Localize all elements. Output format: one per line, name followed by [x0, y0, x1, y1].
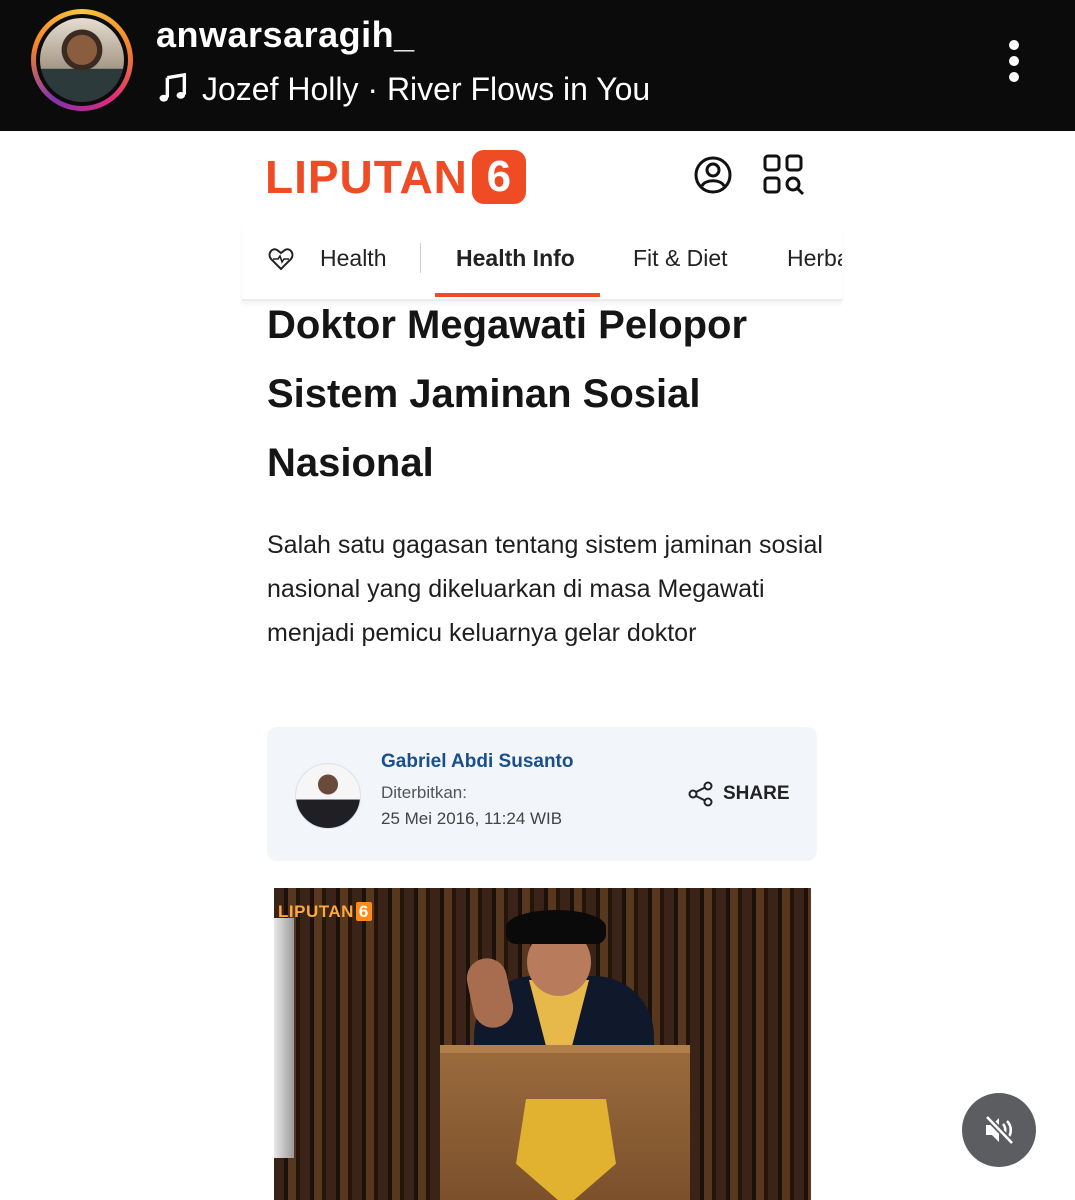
published-date: 25 Mei 2016, 11:24 WIB [381, 809, 563, 828]
user-icon[interactable] [693, 155, 733, 195]
music-note-icon [159, 72, 187, 102]
mute-icon [984, 1114, 1015, 1146]
watermark-number: 6 [355, 902, 372, 921]
tab-health[interactable]: Health [320, 227, 386, 297]
podium [440, 1045, 690, 1200]
watermark-text: LIPUTAN [278, 902, 354, 921]
grid-search-icon[interactable] [762, 153, 806, 197]
published-label: Diterbitkan: [381, 783, 467, 802]
share-button[interactable]: SHARE [687, 777, 790, 811]
author-name[interactable]: Gabriel Abdi Susanto [381, 751, 574, 773]
site-logo[interactable]: LIPUTAN 6 [265, 149, 526, 205]
story-username[interactable]: anwarsaragih_ [156, 14, 415, 56]
article-title: Doktor Megawati Pelopor Sistem Jaminan S… [267, 303, 748, 485]
tab-divider [420, 243, 421, 273]
article-summary: Salah satu gagasan tentang sistem jamina… [267, 531, 823, 647]
video-left-edge [274, 918, 294, 1158]
author-card: Gabriel Abdi Susanto Diterbitkan: 25 Mei… [267, 727, 817, 861]
story-avatar[interactable] [31, 9, 133, 111]
mute-button[interactable] [962, 1093, 1036, 1167]
video-watermark: LIPUTAN 6 [278, 902, 372, 922]
tab-herba[interactable]: Herba [787, 227, 842, 297]
logo-number: 6 [471, 150, 526, 204]
tab-health-info[interactable]: Health Info [456, 227, 575, 297]
speaker-cap [506, 910, 606, 944]
tab-fit-diet[interactable]: Fit & Diet [633, 227, 728, 297]
logo-text: LIPUTAN [265, 151, 468, 203]
share-icon [688, 781, 713, 807]
podium-emblem [516, 1099, 616, 1200]
more-options-button[interactable] [996, 36, 1032, 88]
music-info[interactable]: Jozef Holly · River Flows in You [156, 68, 650, 110]
category-tabs: Health Health Info Fit & Diet Herba [242, 227, 842, 301]
author-avatar[interactable] [295, 763, 361, 829]
music-label: Jozef Holly · River Flows in You [202, 70, 651, 107]
article-video[interactable]: LIPUTAN 6 [274, 888, 811, 1200]
share-label: SHARE [723, 783, 790, 804]
avatar-image [40, 18, 124, 102]
story-header: anwarsaragih_ Jozef Holly · River Flows … [0, 0, 1075, 131]
heart-pulse-icon [268, 248, 294, 271]
article-page: LIPUTAN 6 Health Health Info Fit & Diet … [242, 131, 842, 1200]
speaker-arm [463, 954, 517, 1032]
more-vertical-icon [996, 40, 1032, 82]
